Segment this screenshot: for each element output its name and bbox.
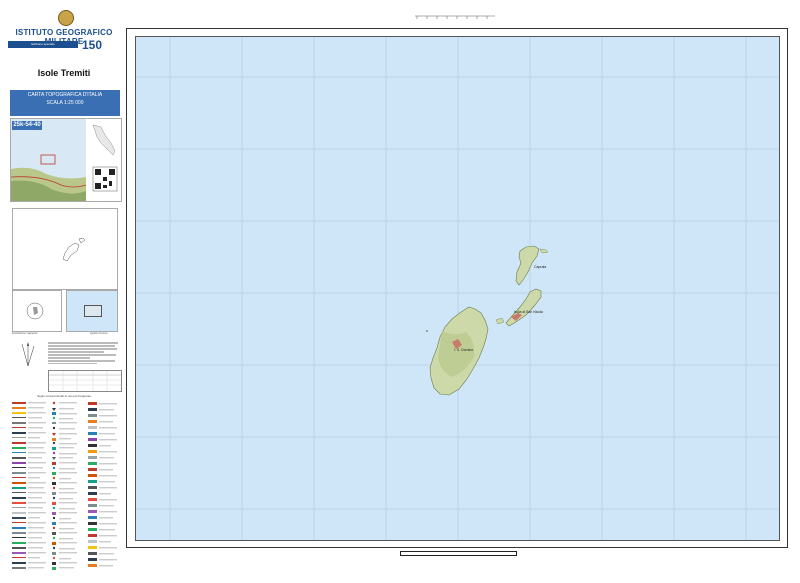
index-caption: Quadro d'unione [90,332,108,335]
map-sidebar: ISTITUTO GEOGRAFICO MILITARE Edizione sp… [8,8,122,573]
map-footer [133,549,793,569]
series-name: CARTA TOPOGRAFICA D'ITALIA [27,92,103,98]
magnetic-declination-box [12,290,62,332]
island-outline-inset [62,237,86,262]
sheet-id-badge: 25k-54-40 [12,121,42,130]
institute-logo: ISTITUTO GEOGRAFICO MILITARE Edizione sp… [8,8,120,68]
map-sea-area: Capraia Isola di San Nicola I. S. Domino [135,36,780,541]
series-box: CARTA TOPOGRAFICA D'ITALIA SCALA 1:25 00… [10,90,120,116]
reef-marker [426,330,428,332]
index-grid-box [66,290,118,332]
anniversary-logo-icon: 150 [82,38,103,52]
label-san-domino: I. S. Domino [454,348,473,352]
location-index-panel [10,118,122,202]
location-index-map [10,119,121,201]
conventional-signs-legend [12,400,120,578]
overview-inset [12,208,118,290]
top-scale-strip [415,15,495,19]
san-nicola-island [505,288,542,327]
notes-paragraph [48,342,118,366]
italian-emblem-icon [58,10,74,26]
label-san-nicola: Isola di San Nicola [514,310,543,314]
edition-label: Edizione speciale [8,41,78,48]
capraia-islet [539,248,549,254]
north-arrows-icon [21,342,35,367]
topographic-map: Capraia Isola di San Nicola I. S. Domino [136,37,779,540]
declination-diagram [26,302,44,320]
series-scale: SCALA 1:25 000 [46,100,84,106]
legend-title: Segni convenzionali di uso più frequente [37,394,91,398]
sheet-title: Isole Tremiti [37,68,91,78]
scale-bar [400,551,517,556]
cretaccio-islet [495,317,505,325]
label-capraia: Capraia [534,265,546,269]
projection-table [48,370,122,392]
declination-caption: Declinazione magnetica [12,332,38,335]
